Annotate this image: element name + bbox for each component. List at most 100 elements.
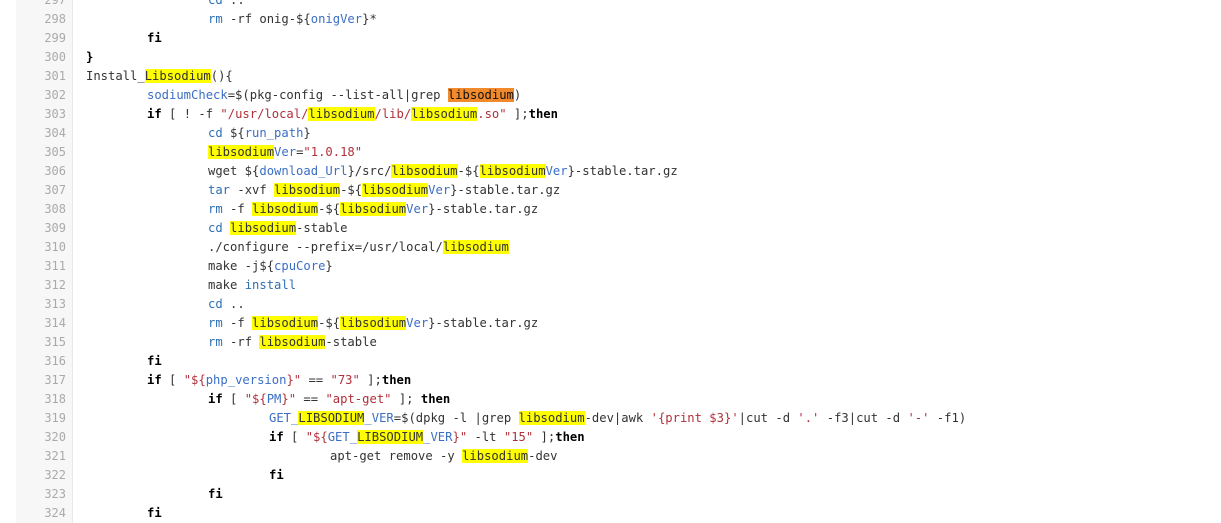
- code-token: ==: [301, 373, 331, 387]
- code-line[interactable]: 312 make install: [0, 276, 1221, 295]
- code-line[interactable]: 309 cd libsodium-stable: [0, 219, 1221, 238]
- code-line[interactable]: 301 Install_Libsodium(){: [0, 67, 1221, 86]
- code-line[interactable]: 305 libsodiumVer="1.0.18": [0, 143, 1221, 162]
- search-match: libsodium: [230, 221, 297, 235]
- code-line[interactable]: 300}: [0, 48, 1221, 67]
- string-token: }": [452, 430, 468, 444]
- code-line[interactable]: 322 fi: [0, 466, 1221, 485]
- code-token: -f3|cut -d: [819, 411, 908, 425]
- line-number: 322: [44, 468, 66, 482]
- code-text[interactable]: rm -rf libsodium-stable: [208, 333, 377, 352]
- keyword-token: fi: [208, 487, 223, 501]
- code-line[interactable]: 297 cd ..: [0, 0, 1221, 10]
- command-token: rm: [208, 316, 223, 330]
- code-line[interactable]: 323 fi: [0, 485, 1221, 504]
- code-token: -xvf: [230, 183, 275, 197]
- code-line[interactable]: 318 if [ "${PM}" == "apt-get" ]; then: [0, 390, 1221, 409]
- keyword-token: if: [208, 392, 223, 406]
- code-text[interactable]: fi: [147, 352, 162, 371]
- code-line[interactable]: 307 tar -xvf libsodium-${libsodiumVer}-st…: [0, 181, 1221, 200]
- keyword-token: fi: [147, 354, 162, 368]
- code-text[interactable]: rm -f libsodium-${libsodiumVer}-stable.t…: [208, 200, 538, 219]
- code-text[interactable]: Install_Libsodium(){: [86, 67, 233, 86]
- code-viewer[interactable]: 297 cd .. 298 rm -rf onig-${onigVer}* 299 fi 3…: [0, 0, 1221, 523]
- code-text[interactable]: cd ..: [208, 295, 245, 314]
- code-line[interactable]: 299 fi: [0, 29, 1221, 48]
- code-token: ..: [222, 0, 245, 7]
- code-line[interactable]: 310 ./configure --prefix=/usr/local/libso…: [0, 238, 1221, 257]
- code-line[interactable]: 302 sodiumCheck=$(pkg-config --list-all|g…: [0, 86, 1221, 105]
- variable-token: onigVer: [310, 12, 363, 26]
- code-text[interactable]: apt-get remove -y libsodium-dev: [330, 447, 557, 466]
- line-number: 309: [44, 221, 66, 235]
- code-line[interactable]: 321 apt-get remove -y libsodium-dev: [0, 447, 1221, 466]
- code-text[interactable]: wget ${download_Url}/src/libsodium-${lib…: [208, 162, 678, 181]
- variable-token: Ver: [545, 164, 568, 178]
- code-text[interactable]: cd libsodium-stable: [208, 219, 347, 238]
- code-line[interactable]: 324 fi: [0, 504, 1221, 523]
- code-text[interactable]: cd ${run_path}: [208, 124, 311, 143]
- current-search-match: libsodium: [447, 88, 514, 102]
- string-token: "1.0.18": [303, 145, 363, 159]
- code-token: -${: [318, 202, 341, 216]
- code-text[interactable]: sodiumCheck=$(pkg-config --list-all|grep…: [147, 86, 521, 105]
- code-text[interactable]: make -j${cpuCore}: [208, 257, 333, 276]
- code-text[interactable]: ./configure --prefix=/usr/local/libsodiu…: [208, 238, 509, 257]
- code-text[interactable]: if [ "${php_version}" == "73" ];then: [147, 371, 411, 390]
- code-text[interactable]: rm -rf onig-${onigVer}*: [208, 10, 377, 29]
- code-line[interactable]: 298 rm -rf onig-${onigVer}*: [0, 10, 1221, 29]
- line-number: 300: [44, 50, 66, 64]
- code-line[interactable]: 319 GET_LIBSODIUM_VER=$(dpkg -l |grep lib…: [0, 409, 1221, 428]
- command-token: install: [244, 278, 297, 292]
- line-number: 324: [44, 506, 66, 520]
- search-match: libsodium: [259, 335, 326, 349]
- code-token: ./configure --prefix=/usr/local/: [208, 240, 443, 254]
- variable-token: run_path: [244, 126, 304, 140]
- code-text[interactable]: libsodiumVer="1.0.18": [208, 143, 362, 162]
- code-text[interactable]: fi: [269, 466, 284, 485]
- code-line[interactable]: 314 rm -f libsodium-${libsodiumVer}-stabl…: [0, 314, 1221, 333]
- code-text[interactable]: if [ "${PM}" == "apt-get" ]; then: [208, 390, 450, 409]
- code-token: -stable: [325, 335, 377, 349]
- code-text[interactable]: rm -f libsodium-${libsodiumVer}-stable.t…: [208, 314, 538, 333]
- line-number: 315: [44, 335, 66, 349]
- code-text[interactable]: fi: [147, 29, 162, 48]
- code-line[interactable]: 303 if [ ! -f "/usr/local/libsodium/lib/l…: [0, 105, 1221, 124]
- code-token: ];: [506, 107, 529, 121]
- code-text[interactable]: fi: [208, 485, 223, 504]
- code-text[interactable]: tar -xvf libsodium-${libsodiumVer}-stabl…: [208, 181, 560, 200]
- string-token: "${: [183, 373, 206, 387]
- code-line[interactable]: 315 rm -rf libsodium-stable: [0, 333, 1221, 352]
- code-text[interactable]: }: [86, 48, 93, 67]
- code-token: |cut -d: [738, 411, 798, 425]
- code-line[interactable]: 304 cd ${run_path}: [0, 124, 1221, 143]
- line-number: 317: [44, 373, 66, 387]
- line-number: 318: [44, 392, 66, 406]
- code-text[interactable]: if [ "${GET_LIBSODIUM_VER}" -lt "15" ];t…: [269, 428, 585, 447]
- code-text[interactable]: GET_LIBSODIUM_VER=$(dpkg -l |grep libsod…: [269, 409, 966, 428]
- code-token: -${: [457, 164, 480, 178]
- line-number: 301: [44, 69, 66, 83]
- command-token: tar: [208, 183, 231, 197]
- line-number: 297: [44, 0, 66, 7]
- keyword-token: fi: [269, 468, 284, 482]
- code-token: -dev|awk: [584, 411, 651, 425]
- code-text[interactable]: cd ..: [208, 0, 245, 10]
- code-line[interactable]: 316 fi: [0, 352, 1221, 371]
- keyword-token: fi: [147, 506, 162, 520]
- search-match: libsodium: [252, 202, 319, 216]
- code-text[interactable]: make install: [208, 276, 296, 295]
- code-text[interactable]: if [ ! -f "/usr/local/libsodium/lib/libs…: [147, 105, 558, 124]
- code-line[interactable]: 308 rm -f libsodium-${libsodiumVer}-stabl…: [0, 200, 1221, 219]
- code-line[interactable]: 313 cd ..: [0, 295, 1221, 314]
- code-token: ): [513, 88, 522, 102]
- line-number: 298: [44, 12, 66, 26]
- code-line[interactable]: 317 if [ "${php_version}" == "73" ];then: [0, 371, 1221, 390]
- code-line[interactable]: 320 if [ "${GET_LIBSODIUM_VER}" -lt "15" …: [0, 428, 1221, 447]
- code-token: ];: [391, 392, 421, 406]
- code-line[interactable]: 306 wget ${download_Url}/src/libsodium-${…: [0, 162, 1221, 181]
- code-line[interactable]: 311 make -j${cpuCore}: [0, 257, 1221, 276]
- code-token: }: [303, 126, 311, 140]
- code-text[interactable]: fi: [147, 504, 162, 523]
- code-token: ];: [533, 430, 556, 444]
